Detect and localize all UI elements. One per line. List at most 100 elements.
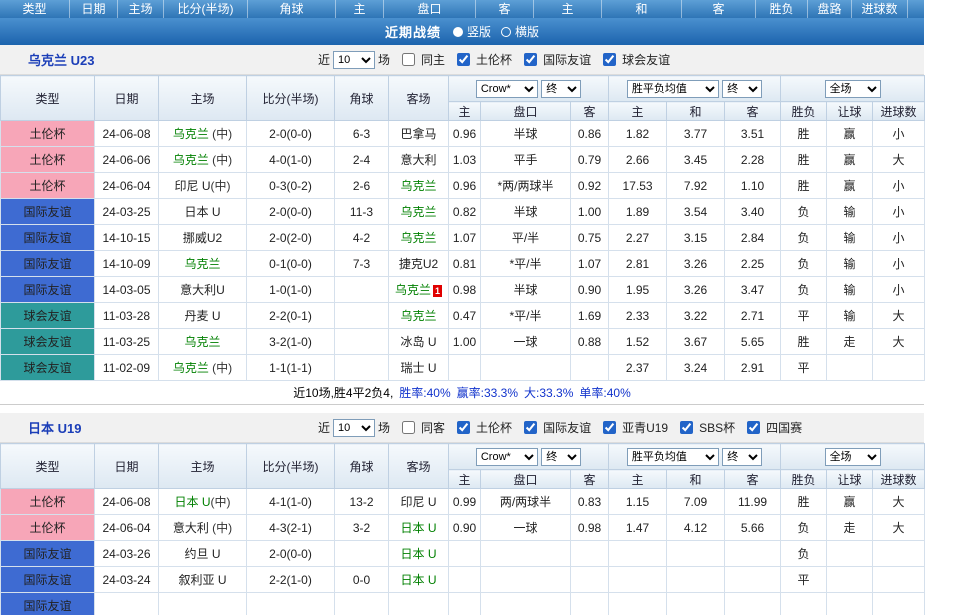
handicap-home-odds: 0.81 [449,251,481,277]
away-team-name[interactable]: 意大利 [400,153,436,167]
bookmaker-select[interactable]: Crow* [476,448,538,466]
filter-checkbox-label: 四国赛 [766,419,802,436]
filter-checkbox[interactable] [402,53,415,66]
section-summary: 近10场,胜4平2负4,胜率:40%赢率:33.3%大:33.3%单率:40% [0,381,924,405]
away-team-name[interactable]: 乌克兰 [400,309,436,323]
odds-time-select[interactable]: 终 [541,80,581,98]
filter-checkbox[interactable] [524,421,537,434]
filter-checkbox-label: 国际友谊 [543,419,591,436]
home-team-name[interactable]: 乌克兰 [173,153,209,167]
filter-checkbox[interactable] [457,53,470,66]
away-team-name[interactable]: 乌克兰 [395,283,431,297]
away-team-name[interactable]: 瑞士 U [400,361,436,375]
handicap-home-odds: 1.07 [449,225,481,251]
away-team-name[interactable]: 乌克兰 [400,205,436,219]
layout-radio-option[interactable]: 竖版 [453,23,491,40]
match-date-cell: 24-06-08 [95,121,159,147]
away-team-name[interactable]: 乌克兰 [400,179,436,193]
handicap-result-cell: 走 [827,515,873,541]
europe-home-odds [609,593,667,615]
filter-checkbox[interactable] [603,421,616,434]
home-team-name[interactable]: 乌克兰 [173,361,209,375]
layout-radio-option[interactable]: 横版 [501,23,539,40]
top-header-col: 日期 [70,0,118,18]
home-team-cell: 叙利亚 U [159,567,247,593]
result-cell [781,593,827,615]
match-date-cell: 14-03-05 [95,277,159,303]
home-team-name[interactable]: 丹麦 U [184,309,220,323]
away-team-name[interactable]: 印尼 U [400,495,436,509]
column-header: 比分(半场) [247,76,335,121]
score-cell [247,593,335,615]
corner-cell [335,277,389,303]
away-team-cell: 乌克兰 [389,225,449,251]
matches-table: 类型日期主场比分(半场)角球客场Crow* 终胜平负均值 终全场主盘口客主和客胜… [0,443,925,615]
corner-cell: 0-0 [335,567,389,593]
home-team-name[interactable]: 乌克兰 [184,257,220,271]
away-team-name[interactable]: 冰岛 U [400,335,436,349]
column-header: 类型 [1,444,95,489]
away-team-name[interactable]: 巴拿马 [400,127,436,141]
handicap-cell: 半球 [481,277,571,303]
europe-home-odds: 1.82 [609,121,667,147]
filter-checkbox[interactable] [402,421,415,434]
home-team-name[interactable]: 挪威U2 [183,231,222,245]
result-cell: 胜 [781,489,827,515]
away-team-name[interactable]: 日本 U [400,521,436,535]
match-date-cell: 24-03-25 [95,199,159,225]
filter-checkbox[interactable] [747,421,760,434]
match-row: 球会友谊11-03-28丹麦 U2-2(0-1)乌克兰0.47*平/半1.692… [1,303,925,329]
scope-select[interactable]: 全场 [825,80,881,98]
home-team-name[interactable]: 约旦 U [184,547,220,561]
match-date-cell: 24-06-04 [95,515,159,541]
bookmaker-select[interactable]: Crow* [476,80,538,98]
handicap-result-cell: 走 [827,329,873,355]
handicap-home-odds [449,567,481,593]
home-team-name[interactable]: 意大利U [180,283,225,297]
page: 类型日期主场比分(半场)角球主盘口客主和客胜负盘路进球数 近期战绩 竖版横版 乌… [0,0,979,615]
home-team-name[interactable]: 日本 U [174,495,210,509]
europe-draw-odds: 3.77 [667,121,725,147]
home-team-name[interactable]: 乌克兰 [173,127,209,141]
match-count-select[interactable]: 10 [333,51,375,69]
home-team-name[interactable]: 印尼 U [174,179,210,193]
match-type-cell: 国际友谊 [1,593,95,615]
top-header-col: 胜负 [756,0,808,18]
filter-checkbox[interactable] [457,421,470,434]
europe-draw-odds [667,593,725,615]
home-team-name[interactable]: 意大利 [173,521,209,535]
handicap-away-odds: 0.92 [571,173,609,199]
away-team-name[interactable]: 日本 U [400,573,436,587]
europe-odds-select[interactable]: 胜平负均值 [627,80,719,98]
europe-time-select[interactable]: 终 [722,448,762,466]
scope-select[interactable]: 全场 [825,448,881,466]
home-team-name[interactable]: 叙利亚 U [178,573,226,587]
handicap-cell: 两/两球半 [481,489,571,515]
europe-time-select[interactable]: 终 [722,80,762,98]
match-count-select[interactable]: 10 [333,419,375,437]
column-subheader: 客 [571,470,609,489]
away-team-name[interactable]: 捷克U2 [399,257,438,271]
home-team-name[interactable]: 日本 U [184,205,220,219]
summary-segment: 单率:40% [579,384,630,401]
match-date-cell: 11-03-25 [95,329,159,355]
europe-home-odds: 1.52 [609,329,667,355]
europe-home-odds: 2.81 [609,251,667,277]
handicap-away-odds: 0.79 [571,147,609,173]
europe-home-odds: 1.47 [609,515,667,541]
filter-checkbox[interactable] [680,421,693,434]
handicap-cell: 半球 [481,199,571,225]
away-team-name[interactable]: 日本 U [400,547,436,561]
away-team-name[interactable]: 乌克兰 [400,231,436,245]
europe-odds-select[interactable]: 胜平负均值 [627,448,719,466]
home-team-name[interactable]: 乌克兰 [184,335,220,349]
radio-icon [501,27,511,37]
handicap-cell: *两/两球半 [481,173,571,199]
home-team-cell: 乌克兰 (中) [159,147,247,173]
filter-checkbox[interactable] [524,53,537,66]
filter-checkbox[interactable] [603,53,616,66]
top-header-col: 和 [602,0,682,18]
column-header: 日期 [95,76,159,121]
column-subheader: 客 [725,470,781,489]
odds-time-select[interactable]: 终 [541,448,581,466]
